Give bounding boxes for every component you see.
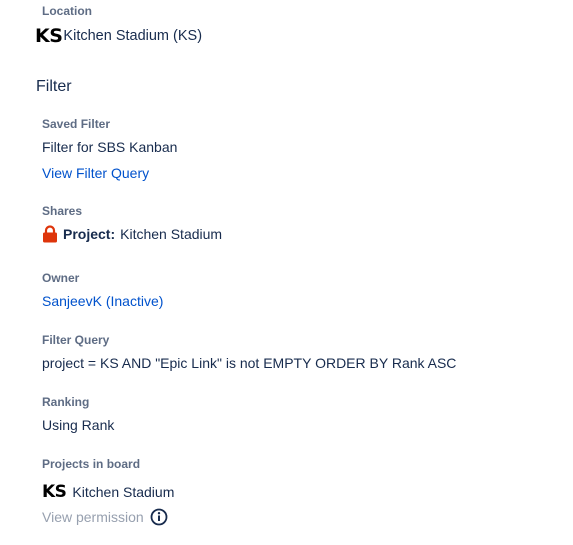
project-logo-icon: KS: [42, 482, 67, 502]
owner-label: Owner: [42, 271, 80, 285]
ranking-label: Ranking: [42, 395, 90, 409]
ranking-value: Using Rank: [42, 417, 115, 433]
lock-icon: [42, 225, 58, 243]
board-config-page: Location KS Kitchen Stadium (KS) Filter …: [0, 0, 573, 545]
project-name: Kitchen Stadium: [72, 484, 175, 500]
filter-section-heading: Filter: [36, 78, 72, 95]
location-label: Location: [42, 4, 92, 18]
projects-in-board-label: Projects in board: [42, 457, 141, 471]
filter-query-value: project = KS AND "Epic Link" is not EMPT…: [42, 355, 457, 371]
saved-filter-label: Saved Filter: [42, 117, 111, 131]
project-logo-icon: KS: [35, 25, 63, 47]
shares-row: Project: Kitchen Stadium: [42, 224, 222, 244]
shares-value: Kitchen Stadium: [120, 226, 223, 242]
view-filter-query-link[interactable]: View Filter Query: [42, 163, 149, 183]
saved-filter-value: Filter for SBS Kanban: [42, 139, 178, 155]
location-row: KS Kitchen Stadium (KS): [35, 26, 202, 46]
filter-query-label: Filter Query: [42, 333, 110, 347]
shares-label: Shares: [42, 204, 83, 218]
info-icon[interactable]: [150, 508, 168, 526]
location-value: Kitchen Stadium (KS): [63, 28, 203, 44]
shares-type-label: Project:: [63, 226, 116, 242]
permission-row: View permission: [42, 507, 168, 527]
owner-link[interactable]: SanjeevK (Inactive): [42, 291, 163, 311]
project-row: KS Kitchen Stadium: [42, 482, 174, 502]
view-permission-link[interactable]: View permission: [42, 507, 144, 527]
